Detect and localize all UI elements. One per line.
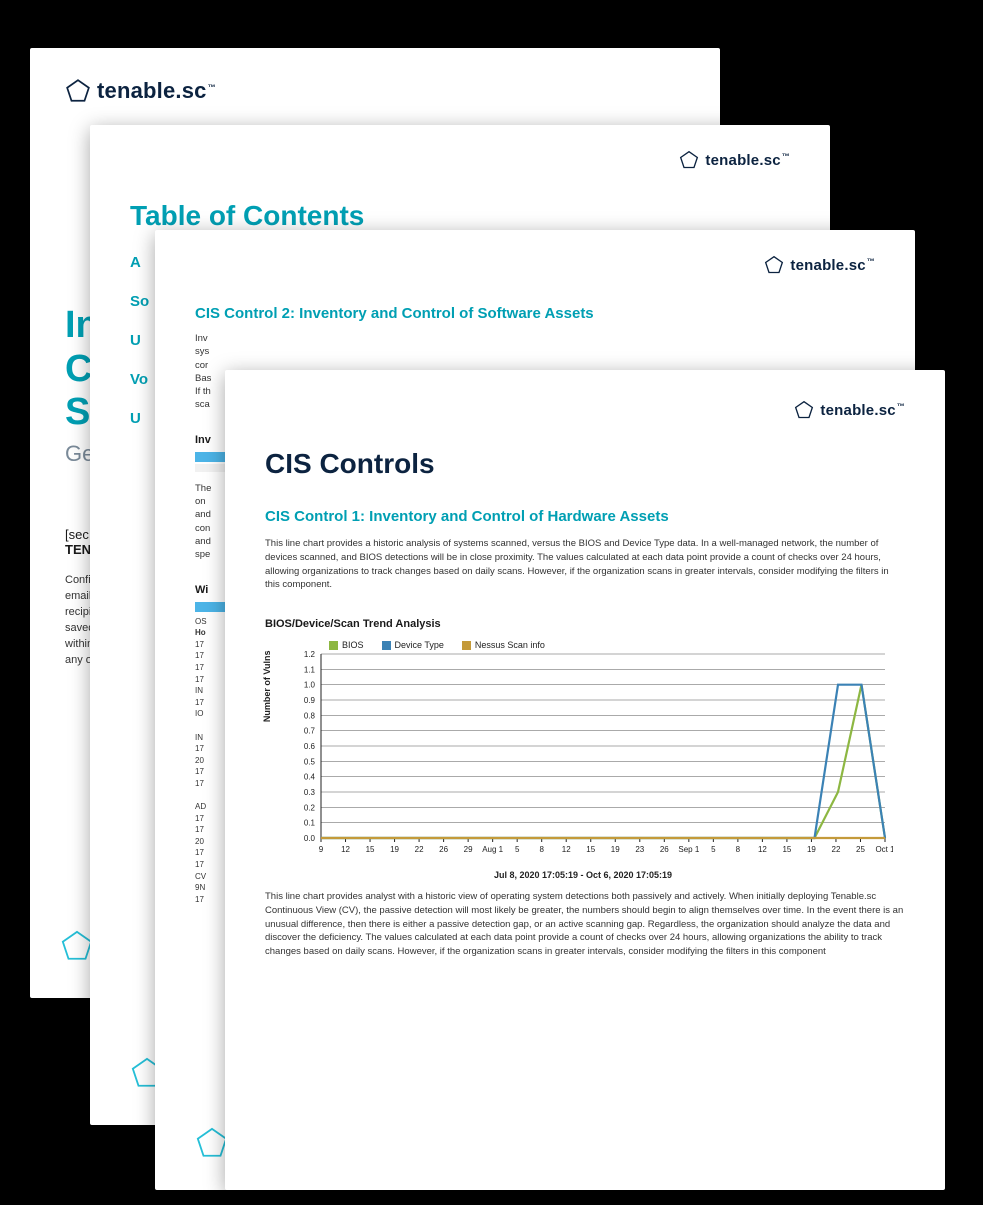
svg-text:Aug 1: Aug 1 bbox=[482, 845, 503, 854]
chart-ylabel: Number of Vulns bbox=[262, 651, 272, 723]
chart-legend: BIOS Device Type Nessus Scan info bbox=[329, 640, 545, 650]
pentagon-icon bbox=[65, 78, 91, 104]
svg-text:25: 25 bbox=[856, 845, 865, 854]
svg-text:9: 9 bbox=[319, 845, 324, 854]
svg-text:15: 15 bbox=[586, 845, 595, 854]
svg-text:15: 15 bbox=[366, 845, 375, 854]
svg-text:1.1: 1.1 bbox=[304, 665, 316, 674]
brand-text: tenable.sc™ bbox=[97, 78, 216, 104]
line-chart: BIOS Device Type Nessus Scan info Number… bbox=[273, 638, 893, 878]
pentagon-icon bbox=[764, 255, 784, 275]
svg-text:26: 26 bbox=[439, 845, 448, 854]
section-body: This line chart provides analyst with a … bbox=[265, 890, 905, 959]
svg-text:0.0: 0.0 bbox=[304, 834, 316, 843]
page-title: CIS Controls bbox=[265, 448, 905, 480]
svg-text:19: 19 bbox=[390, 845, 399, 854]
svg-text:0.7: 0.7 bbox=[304, 727, 316, 736]
section-body: This line chart provides a historic anal… bbox=[265, 537, 905, 592]
svg-text:8: 8 bbox=[736, 845, 741, 854]
brand-logo: tenable.sc™ bbox=[65, 78, 685, 104]
footer-pentagon-icon bbox=[60, 929, 94, 968]
svg-text:0.8: 0.8 bbox=[304, 711, 316, 720]
brand-text: tenable.sc™ bbox=[705, 152, 790, 169]
svg-text:12: 12 bbox=[562, 845, 571, 854]
svg-text:0.9: 0.9 bbox=[304, 696, 316, 705]
svg-text:26: 26 bbox=[660, 845, 669, 854]
brand-logo: tenable.sc™ bbox=[130, 150, 790, 170]
toc-heading: Table of Contents bbox=[130, 200, 790, 232]
svg-text:0.4: 0.4 bbox=[304, 773, 316, 782]
section-heading: CIS Control 2: Inventory and Control of … bbox=[195, 305, 875, 322]
brand-logo: tenable.sc™ bbox=[265, 400, 905, 420]
svg-text:0.6: 0.6 bbox=[304, 742, 316, 751]
legend-item-bios: BIOS bbox=[329, 640, 364, 650]
svg-text:0.1: 0.1 bbox=[304, 819, 316, 828]
chart-title: BIOS/Device/Scan Trend Analysis bbox=[265, 618, 905, 630]
svg-text:0.5: 0.5 bbox=[304, 757, 316, 766]
svg-text:Oct 1: Oct 1 bbox=[875, 845, 893, 854]
svg-text:1.2: 1.2 bbox=[304, 650, 316, 659]
svg-text:1.0: 1.0 bbox=[304, 681, 316, 690]
legend-item-nessus: Nessus Scan info bbox=[462, 640, 545, 650]
svg-text:Sep 1: Sep 1 bbox=[678, 845, 699, 854]
pentagon-icon bbox=[794, 400, 814, 420]
svg-text:22: 22 bbox=[832, 845, 841, 854]
chart-canvas: 0.0 0.1 0.2 0.3 0.4 0.5 0.6 0.7 0.8 0.9 1.0 1.1 1.2 9… bbox=[273, 638, 893, 863]
svg-text:29: 29 bbox=[464, 845, 473, 854]
pentagon-icon bbox=[679, 150, 699, 170]
svg-text:19: 19 bbox=[611, 845, 620, 854]
svg-text:5: 5 bbox=[515, 845, 520, 854]
chart-xcaption: Jul 8, 2020 17:05:19 - Oct 6, 2020 17:05… bbox=[273, 870, 893, 880]
brand-logo: tenable.sc™ bbox=[195, 255, 875, 275]
svg-text:0.3: 0.3 bbox=[304, 788, 316, 797]
brand-text: tenable.sc™ bbox=[820, 402, 905, 419]
section-heading: CIS Control 1: Inventory and Control of … bbox=[265, 508, 905, 525]
svg-text:12: 12 bbox=[758, 845, 767, 854]
svg-text:22: 22 bbox=[415, 845, 424, 854]
svg-text:5: 5 bbox=[711, 845, 716, 854]
svg-text:0.2: 0.2 bbox=[304, 803, 316, 812]
report-page-4: tenable.sc™ CIS Controls CIS Control 1: … bbox=[225, 370, 945, 1190]
svg-text:12: 12 bbox=[341, 845, 350, 854]
svg-text:8: 8 bbox=[539, 845, 544, 854]
svg-text:23: 23 bbox=[635, 845, 644, 854]
svg-text:19: 19 bbox=[807, 845, 816, 854]
footer-pentagon-icon bbox=[195, 1126, 229, 1165]
legend-item-device: Device Type bbox=[382, 640, 444, 650]
brand-text: tenable.sc™ bbox=[790, 257, 875, 274]
svg-text:15: 15 bbox=[782, 845, 791, 854]
